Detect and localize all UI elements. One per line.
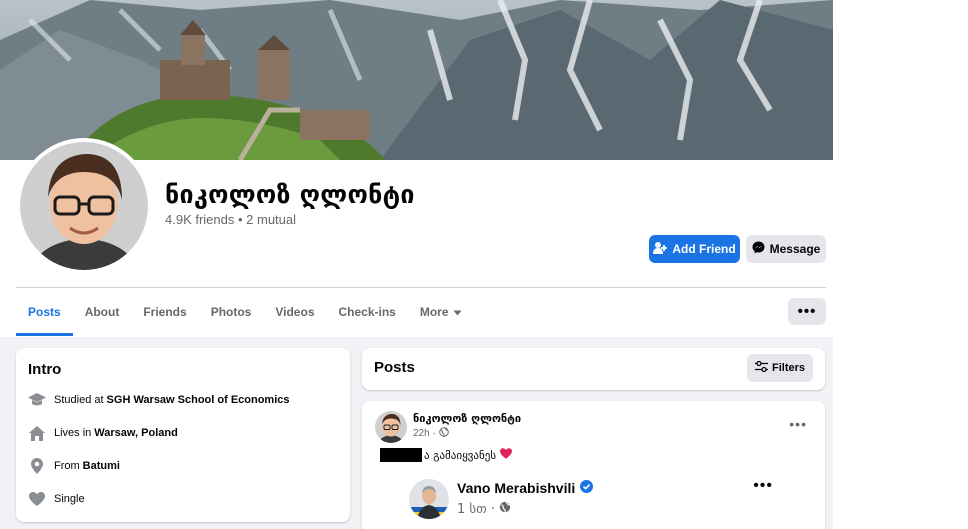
- message-button[interactable]: Message: [746, 235, 826, 263]
- posts-title: Posts: [374, 359, 415, 376]
- intro-card: Intro Studied at SGH Warsaw School of Ec…: [16, 348, 350, 522]
- posts-header-card: Posts Filters: [362, 348, 825, 390]
- shared-post-meta: 1 სთ ·: [457, 501, 511, 517]
- profile-avatar[interactable]: [16, 138, 152, 274]
- home-icon: [28, 424, 46, 442]
- add-user-icon: [653, 241, 668, 257]
- message-label: Message: [769, 242, 821, 256]
- heart-icon: [28, 490, 46, 508]
- city-link[interactable]: Warsaw, Poland: [94, 427, 178, 439]
- intro-residence: Lives in Warsaw, Poland: [28, 423, 178, 443]
- profile-header: ნიკოლოზ ღლონტი 4.9K friends • 2 mutual A…: [0, 0, 833, 337]
- profile-page: ნიკოლოზ ღლონტი 4.9K friends • 2 mutual A…: [0, 0, 833, 529]
- school-link[interactable]: SGH Warsaw School of Economics: [107, 394, 290, 406]
- red-heart-emoji: [500, 448, 513, 462]
- redaction-block: [380, 448, 422, 462]
- post-text: ა გამაიყვანეს: [380, 448, 513, 462]
- verified-badge-icon: [580, 480, 594, 496]
- shared-post-options-button[interactable]: •••: [753, 477, 773, 495]
- intro-relationship: Single: [28, 489, 85, 509]
- profile-name: ნიკოლოზ ღლონტი: [165, 180, 415, 209]
- shared-post-time[interactable]: 1 სთ ·: [457, 502, 495, 517]
- intro-title: Intro: [28, 361, 62, 378]
- filters-button[interactable]: Filters: [747, 354, 813, 382]
- globe-icon: [499, 501, 511, 517]
- profile-tabs: Posts About Friends Photos Videos Check-…: [16, 288, 474, 336]
- post-time[interactable]: 22h ·: [413, 428, 436, 439]
- tab-photos[interactable]: Photos: [199, 288, 264, 336]
- post-author-name[interactable]: ნიკოლოზ ღლონტი: [413, 412, 521, 425]
- more-options-button[interactable]: •••: [788, 298, 826, 325]
- sliders-icon: [754, 360, 768, 375]
- tab-posts[interactable]: Posts: [16, 288, 73, 336]
- shared-author-avatar[interactable]: [409, 479, 449, 519]
- graduation-cap-icon: [28, 391, 46, 409]
- add-friend-label: Add Friend: [672, 242, 736, 256]
- messenger-icon: [752, 241, 765, 257]
- tab-more[interactable]: More: [408, 288, 474, 336]
- tab-videos[interactable]: Videos: [263, 288, 326, 336]
- post-meta: 22h ·: [413, 427, 449, 440]
- post-author-avatar[interactable]: [375, 411, 407, 443]
- caret-down-icon: [453, 305, 462, 319]
- shared-post: Vano Merabishvili 1 სთ · •••: [409, 473, 825, 529]
- location-pin-icon: [28, 457, 46, 475]
- globe-icon: [438, 427, 449, 440]
- tab-friends[interactable]: Friends: [131, 288, 198, 336]
- intro-hometown: From Batumi: [28, 456, 120, 476]
- shared-author-name[interactable]: Vano Merabishvili: [457, 480, 594, 496]
- cover-photo[interactable]: [0, 0, 833, 160]
- post-options-button[interactable]: •••: [789, 416, 807, 432]
- post-card: ნიკოლოზ ღლონტი 22h · ••• ა გამაიყვანეს V…: [362, 401, 825, 529]
- tab-about[interactable]: About: [73, 288, 132, 336]
- friends-count[interactable]: 4.9K friends • 2 mutual: [165, 212, 296, 227]
- tab-check-ins[interactable]: Check-ins: [327, 288, 408, 336]
- hometown-link[interactable]: Batumi: [83, 460, 120, 472]
- intro-education: Studied at SGH Warsaw School of Economic…: [28, 390, 290, 410]
- add-friend-button[interactable]: Add Friend: [649, 235, 740, 263]
